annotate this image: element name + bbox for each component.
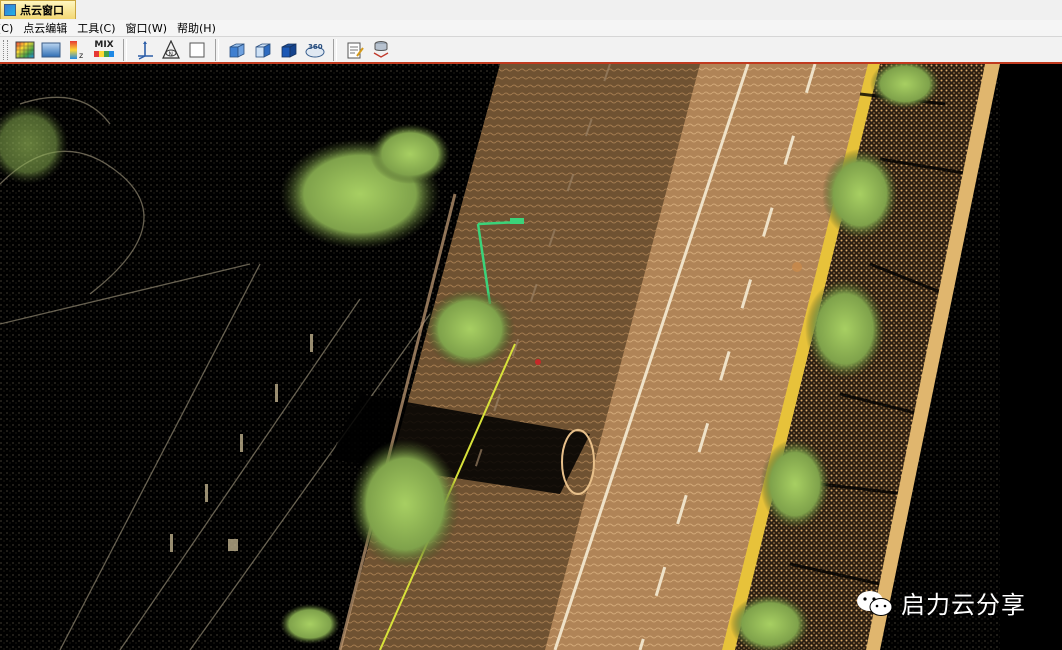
layer-database-button[interactable] bbox=[370, 39, 392, 61]
tab-point-cloud-window[interactable]: 点云窗口 bbox=[0, 0, 76, 19]
menu-item-edit-c[interactable]: (C) bbox=[0, 22, 18, 35]
void-right bbox=[1000, 64, 1062, 650]
elevation-color-grid-icon bbox=[15, 41, 35, 58]
toolbar-separator bbox=[123, 38, 127, 61]
menu-item-tools[interactable]: 工具(C) bbox=[72, 20, 120, 36]
wechat-logo-icon bbox=[857, 590, 893, 616]
point-cloud-scene[interactable] bbox=[0, 64, 1062, 650]
edit-notepad-button[interactable] bbox=[344, 39, 366, 61]
front-view-button[interactable] bbox=[226, 39, 248, 61]
intensity-color-button[interactable] bbox=[40, 39, 62, 61]
view-360-button[interactable]: 360 bbox=[304, 39, 326, 61]
road-spot bbox=[792, 262, 802, 272]
solid-view-cube-icon bbox=[281, 42, 297, 58]
blank-square-button[interactable] bbox=[186, 39, 208, 61]
side-view-cube-icon bbox=[255, 42, 271, 58]
front-view-cube-icon bbox=[229, 42, 245, 58]
solid-view-button[interactable] bbox=[278, 39, 300, 61]
toolbar-separator bbox=[215, 38, 219, 61]
height-z-gradient-button[interactable]: z bbox=[66, 39, 88, 61]
mix-color-button[interactable]: MIX bbox=[92, 39, 116, 61]
axis-coordinate-button[interactable] bbox=[134, 39, 156, 61]
menu-item-point-cloud-edit[interactable]: 点云编辑 bbox=[18, 20, 72, 36]
height-z-gradient-icon: z bbox=[70, 40, 83, 60]
north-compass-button[interactable]: N bbox=[160, 39, 182, 61]
tab-title: 点云窗口 bbox=[20, 4, 64, 17]
side-view-button[interactable] bbox=[252, 39, 274, 61]
toolbar: z MIX N 360 bbox=[0, 36, 1062, 64]
point-cloud-viewport[interactable]: 启力云分享 bbox=[0, 64, 1062, 650]
menu-item-window[interactable]: 窗口(W) bbox=[121, 20, 172, 36]
menu-bar: (C) 点云编辑 工具(C) 窗口(W) 帮助(H) bbox=[0, 20, 1062, 36]
elevation-color-grid-button[interactable] bbox=[14, 39, 36, 61]
toolbar-grip[interactable] bbox=[3, 39, 8, 60]
mix-color-icon bbox=[94, 51, 114, 57]
red-marker bbox=[535, 359, 541, 365]
toolbar-separator bbox=[333, 38, 337, 61]
intensity-color-icon bbox=[41, 42, 61, 57]
layer-database-icon bbox=[373, 40, 389, 58]
north-compass-icon: N bbox=[162, 39, 180, 59]
app-icon bbox=[4, 4, 16, 16]
axis-coordinate-icon bbox=[138, 40, 153, 60]
svg-text:N: N bbox=[169, 51, 174, 58]
edit-notepad-icon bbox=[347, 42, 364, 58]
watermark: 启力云分享 bbox=[855, 585, 1026, 620]
menu-item-help[interactable]: 帮助(H) bbox=[172, 20, 221, 36]
view-360-icon: 360 bbox=[305, 43, 325, 57]
svg-text:z: z bbox=[79, 51, 83, 60]
title-bar: 点云窗口 bbox=[0, 0, 1062, 21]
watermark-text: 启力云分享 bbox=[901, 591, 1026, 619]
svg-text:360: 360 bbox=[308, 43, 323, 51]
mix-label: MIX bbox=[94, 40, 114, 50]
blank-square-icon bbox=[189, 42, 205, 57]
